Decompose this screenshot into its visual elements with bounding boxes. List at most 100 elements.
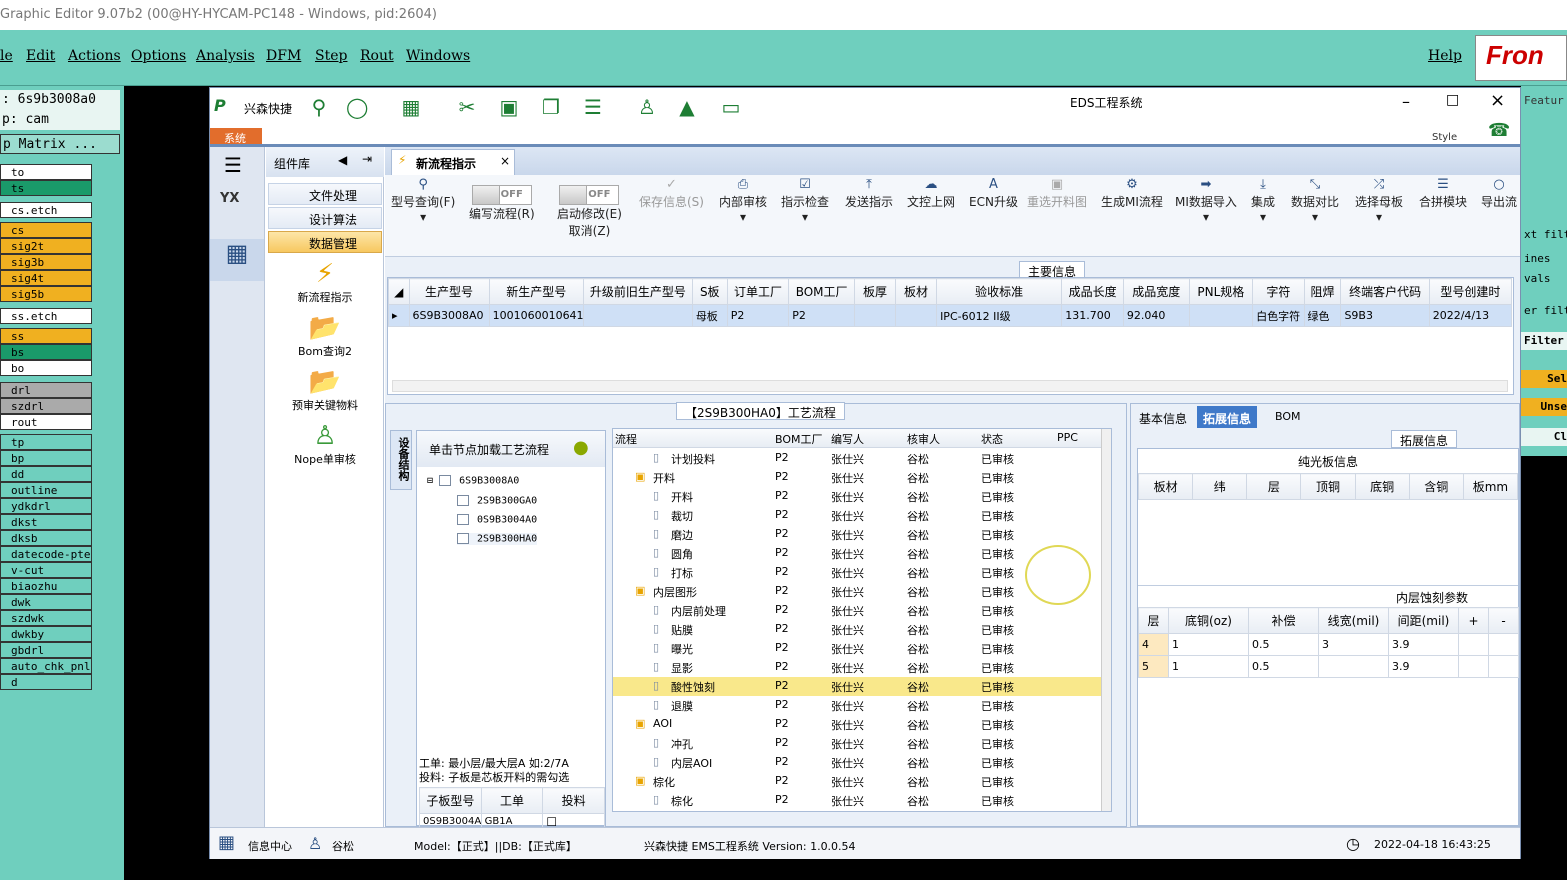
menu-analysis[interactable]: Analysis xyxy=(196,48,255,64)
btn-integrate[interactable]: ⤓ 集成 ▾ xyxy=(1251,177,1275,224)
layer-21[interactable]: dksb xyxy=(0,530,92,546)
menu-dfm[interactable]: DFM xyxy=(266,48,301,64)
btn-mi-import[interactable]: ➡ MI数据导入 ▾ xyxy=(1175,177,1237,224)
layer-12[interactable]: drl xyxy=(0,382,92,398)
layer-8[interactable]: ss.etch xyxy=(0,308,92,324)
help-ring-icon[interactable]: ◯ xyxy=(346,96,368,118)
btn-reselect-cut[interactable]: ▣ 重选开料图 xyxy=(1027,177,1087,210)
bom-query[interactable]: 📂 Bom查询2 xyxy=(266,313,384,359)
main-cell-11[interactable] xyxy=(1188,304,1254,327)
main-cell-7[interactable] xyxy=(895,304,938,327)
layer-28[interactable]: gbdrl xyxy=(0,642,92,658)
preview-key-material[interactable]: 📂 预审关键物料 xyxy=(266,367,384,413)
etch-cell[interactable] xyxy=(1488,655,1519,678)
main-cell-6[interactable] xyxy=(853,304,897,327)
layer-5[interactable]: sig3b xyxy=(0,254,92,270)
btn-send-instruction[interactable]: ⤒ 发送指示 xyxy=(845,177,893,210)
layer-9[interactable]: ss xyxy=(0,328,92,344)
main-cell-12[interactable]: 白色字符 xyxy=(1252,304,1305,327)
chart-icon[interactable]: ▲ xyxy=(676,96,698,118)
layer-2[interactable]: cs.etch xyxy=(0,202,92,218)
matrix-button[interactable]: p Matrix ... xyxy=(0,134,120,154)
process-row[interactable]: ▯ 内层前处理 P2 张仕兴 谷松 已审核 xyxy=(613,601,1103,620)
process-row[interactable]: ▣ AOI P2 张仕兴 谷松 已审核 xyxy=(613,715,1103,734)
etch-cell[interactable]: 3 xyxy=(1318,633,1389,656)
close-icon[interactable]: × xyxy=(1490,90,1505,111)
grid-icon[interactable]: ▦ xyxy=(400,96,422,118)
layer-20[interactable]: dkst xyxy=(0,514,92,530)
monitor-icon[interactable]: ▭ xyxy=(720,96,742,118)
etch-cell[interactable]: 1 xyxy=(1168,633,1249,656)
menu-edit[interactable]: Edit xyxy=(26,48,55,64)
comp-data-management[interactable]: 数据管理 xyxy=(268,231,382,253)
layer-24[interactable]: biaozhu xyxy=(0,578,92,594)
tree-node[interactable]: 2S9B300GA0 xyxy=(457,495,537,507)
lines-filter[interactable]: ines xyxy=(1521,250,1567,268)
clear-button[interactable]: Cl xyxy=(1521,428,1567,446)
etch-cell[interactable] xyxy=(1458,633,1489,656)
main-cell-14[interactable]: S9B3 xyxy=(1340,304,1430,327)
hamburger-icon[interactable]: ☰ xyxy=(224,153,242,177)
process-row[interactable]: ▯ 冲孔 P2 张仕兴 谷松 已审核 xyxy=(613,734,1103,753)
layer-7[interactable]: sig5b xyxy=(0,286,92,302)
layer-18[interactable]: outline xyxy=(0,482,92,498)
process-row[interactable]: ▣ 棕化 P2 张仕兴 谷松 已审核 xyxy=(613,772,1103,791)
process-row[interactable]: ▯ 内层AOI P2 张仕兴 谷松 已审核 xyxy=(613,753,1103,772)
grid-icon[interactable]: ▦ xyxy=(218,832,235,853)
etch-cell[interactable]: 3.9 xyxy=(1388,655,1459,678)
btn-start-modify[interactable]: OFF 启动修改(E) 取消(Z) xyxy=(557,185,622,239)
comp-file-processing[interactable]: 文件处理 xyxy=(268,183,382,205)
main-cell-9[interactable]: 131.700 xyxy=(1061,304,1124,327)
calculator-icon[interactable]: ▦ xyxy=(210,239,264,281)
process-row[interactable]: ▯ 计划投料 P2 张仕兴 谷松 已审核 xyxy=(613,449,1103,468)
main-cell-4[interactable]: P2 xyxy=(726,304,790,327)
layer-29[interactable]: auto_chk_pnl xyxy=(0,658,92,674)
menu-options[interactable]: Options xyxy=(131,48,186,64)
phone-icon[interactable]: ☎ xyxy=(1488,120,1510,141)
process-row[interactable]: ▯ 开料 P2 张仕兴 谷松 已审核 xyxy=(613,487,1103,506)
tab-new-flow[interactable]: ⚡ 新流程指示 × xyxy=(391,149,515,175)
process-row[interactable]: ▯ 磨边 P2 张仕兴 谷松 已审核 xyxy=(613,525,1103,544)
menu-windows[interactable]: Windows xyxy=(406,48,470,64)
etch-row[interactable]: 4 1 0.5 3 3.9 xyxy=(1138,633,1519,656)
etch-cell[interactable]: 1 xyxy=(1168,655,1249,678)
etch-cell[interactable]: 4 xyxy=(1138,633,1169,656)
btn-save-info[interactable]: ✓ 保存信息(S) xyxy=(639,177,704,210)
layer-16[interactable]: bp xyxy=(0,450,92,466)
col-etch-5[interactable]: + xyxy=(1458,607,1489,634)
layer-26[interactable]: szdwk xyxy=(0,610,92,626)
btn-instruction-check[interactable]: ☑ 指示检查 ▾ xyxy=(781,177,829,224)
btn-export-flow[interactable]: ○ 导出流 xyxy=(1481,177,1517,210)
feature-label[interactable]: Featur xyxy=(1521,92,1567,110)
tree-node-root[interactable]: ⊟ 6S9B3008A0 xyxy=(427,475,519,487)
btn-data-compare[interactable]: ⤡ 数据对比 ▾ xyxy=(1291,177,1339,224)
layer-6[interactable]: sig4t xyxy=(0,270,92,286)
menu-rout[interactable]: Rout xyxy=(360,48,394,64)
layer-3[interactable]: cs xyxy=(0,222,92,238)
layer-17[interactable]: dd xyxy=(0,466,92,482)
btn-gen-mi-flow[interactable]: ⚙ 生成MI流程 xyxy=(1101,177,1163,210)
tree-node[interactable]: 0S9B3004A0 xyxy=(457,514,537,526)
process-row[interactable]: ▯ 棕化 P2 张仕兴 谷松 已审核 xyxy=(613,791,1103,810)
process-row[interactable]: ▣ 开料 P2 张仕兴 谷松 已审核 xyxy=(613,468,1103,487)
menu-step[interactable]: Step xyxy=(315,48,347,64)
process-scrollbar[interactable] xyxy=(1101,429,1111,811)
minimize-icon[interactable]: – xyxy=(1402,92,1410,111)
process-row[interactable]: ▯ 裁切 P2 张仕兴 谷松 已审核 xyxy=(613,506,1103,525)
layer-27[interactable]: dwkby xyxy=(0,626,92,642)
btn-select-mother-board[interactable]: ⤮ 选择母板 ▾ xyxy=(1355,177,1403,224)
user-icon[interactable]: ♙ xyxy=(636,96,658,118)
process-row[interactable]: ▯ 退膜 P2 张仕兴 谷松 已审核 xyxy=(613,696,1103,715)
scissors-icon[interactable]: ✂ xyxy=(456,96,478,118)
layer-11[interactable]: bo xyxy=(0,360,92,376)
main-cell-5[interactable]: P2 xyxy=(788,304,855,327)
copy-icon[interactable]: ❐ xyxy=(540,96,562,118)
menu-help[interactable]: Help xyxy=(1428,48,1462,64)
layer-25[interactable]: dwk xyxy=(0,594,92,610)
etch-cell[interactable] xyxy=(1488,633,1519,656)
etch-cell[interactable] xyxy=(1318,655,1389,678)
process-row[interactable]: ▯ 曝光 P2 张仕兴 谷松 已审核 xyxy=(613,639,1103,658)
new-flow-instruction[interactable]: ⚡ 新流程指示 xyxy=(266,259,384,305)
yx-module-icon[interactable]: YX xyxy=(220,191,252,221)
main-cell-8[interactable]: IPC-6012 II级 xyxy=(936,304,1063,327)
